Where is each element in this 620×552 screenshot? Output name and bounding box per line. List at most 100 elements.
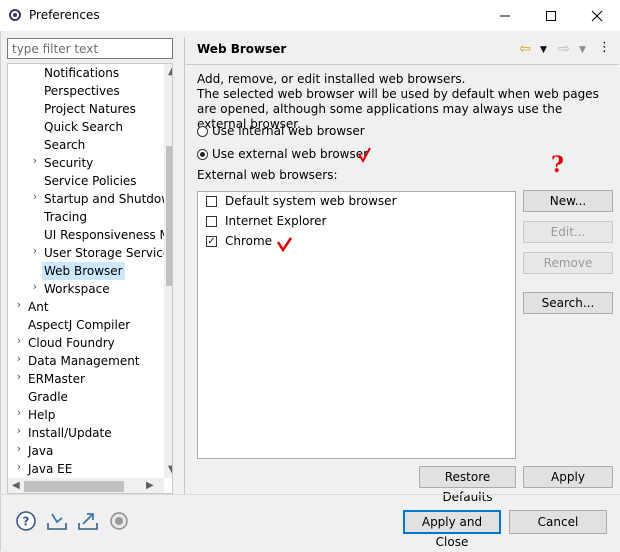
help-icon[interactable]: ? (15, 510, 37, 532)
expand-chevron-icon[interactable]: › (30, 190, 40, 208)
browser-row-internet-explorer[interactable]: Internet Explorer (206, 212, 326, 230)
scroll-up-icon[interactable]: ▲ (168, 66, 172, 77)
tree-item-label: Cloud Foundry (28, 336, 115, 350)
expand-chevron-icon[interactable]: › (30, 244, 40, 262)
red-question-mark-annotation: ? (551, 152, 564, 178)
tree-item[interactable]: AspectJ Compiler (26, 316, 132, 334)
browser-checkbox-internet-explorer[interactable] (206, 215, 217, 227)
browser-label: Default system web browser (225, 194, 397, 208)
remove-button[interactable]: Remove (523, 252, 613, 274)
scroll-down-icon[interactable]: ▼ (168, 464, 172, 475)
expand-chevron-icon[interactable]: › (14, 370, 24, 388)
tree-item-label: Project Natures (44, 102, 136, 116)
edit-button[interactable]: Edit... (523, 221, 613, 243)
expand-chevron-icon[interactable]: › (14, 424, 24, 442)
tree-horizontal-scrollbar[interactable]: ◀ ▶ (8, 478, 164, 493)
tree-item[interactable]: UI Responsiveness Monitoring (42, 226, 172, 244)
tree-item[interactable]: Search (42, 136, 87, 154)
external-browsers-list[interactable]: Default system web browser Internet Expl… (197, 191, 516, 459)
maximize-button[interactable] (528, 0, 574, 31)
new-button[interactable]: New... (523, 190, 613, 212)
forward-arrow-icon[interactable]: ⇨ (558, 41, 570, 57)
apply-and-close-button[interactable]: Apply and Close (403, 510, 501, 549)
import-icon[interactable] (46, 510, 68, 532)
tree-item[interactable]: Java (26, 442, 55, 460)
tree-item-label: Security (44, 156, 94, 170)
expand-chevron-icon[interactable]: › (14, 460, 24, 478)
minimize-icon (500, 15, 510, 16)
tree-item-label: Data Management (28, 354, 140, 368)
back-arrow-icon[interactable]: ⇦ (519, 41, 531, 57)
expand-chevron-icon[interactable]: › (14, 442, 24, 460)
scroll-right-icon[interactable]: ▶ (146, 480, 154, 491)
preferences-tree[interactable]: Notifications Perspectives Project Natures… (7, 63, 173, 494)
tree-item[interactable]: Quick Search (42, 118, 125, 136)
external-browsers-label: External web browsers: (197, 168, 338, 182)
panel-divider[interactable] (184, 37, 185, 495)
radio-external-indicator[interactable] (197, 148, 208, 160)
tree-item[interactable]: User Storage Service (42, 244, 172, 262)
tree-vertical-scroll-thumb[interactable] (166, 146, 172, 286)
browser-checkbox-default-system[interactable] (206, 195, 217, 207)
tree-item-label: UI Responsiveness Monitoring (44, 228, 172, 242)
tree-item[interactable]: Cloud Foundry (26, 334, 117, 352)
apply-button[interactable]: Apply (523, 466, 613, 488)
forward-dropdown-icon[interactable]: ▼ (579, 45, 586, 55)
close-button[interactable] (574, 0, 620, 31)
tree-item[interactable]: Tracing (42, 208, 89, 226)
radio-internal-indicator[interactable] (197, 125, 208, 137)
tree-item[interactable]: Service Policies (42, 172, 139, 190)
browser-row-default-system[interactable]: Default system web browser (206, 192, 397, 210)
filter-input[interactable] (7, 38, 173, 59)
tree-item-label: Search (44, 138, 86, 152)
tree-item[interactable]: Workspace (42, 280, 112, 298)
tree-horizontal-scroll-thumb[interactable] (24, 481, 124, 492)
tree-item[interactable]: Gradle (26, 388, 70, 406)
tree-item[interactable]: Ant (26, 298, 51, 316)
record-icon[interactable] (108, 510, 130, 532)
tree-item[interactable]: Security (42, 154, 95, 172)
tree-item[interactable]: Data Management (26, 352, 142, 370)
scroll-left-icon[interactable]: ◀ (12, 480, 20, 491)
browser-row-chrome[interactable]: ✓ Chrome (206, 232, 272, 250)
use-external-browser-radio[interactable]: Use external web browser (197, 145, 368, 163)
expand-chevron-icon[interactable]: › (14, 352, 24, 370)
tree-item[interactable]: Project Natures (42, 100, 138, 118)
tree-item-label: Java (28, 444, 54, 458)
expand-chevron-icon[interactable]: › (14, 406, 24, 424)
tree-item[interactable]: ERMaster (26, 370, 87, 388)
expand-chevron-icon[interactable]: › (30, 280, 40, 298)
tree-item-label: AspectJ Compiler (28, 318, 131, 332)
cancel-button[interactable]: Cancel (509, 510, 607, 534)
tree-item[interactable]: Perspectives (42, 82, 122, 100)
tree-item[interactable]: Notifications (42, 64, 121, 82)
tree-item[interactable]: Web Browser (42, 262, 125, 280)
back-dropdown-icon[interactable]: ▼ (540, 45, 547, 55)
title-bar: Preferences (0, 0, 620, 31)
browser-checkbox-chrome[interactable]: ✓ (206, 235, 217, 247)
tree-item[interactable]: Java EE (26, 460, 74, 478)
restore-defaults-button[interactable]: Restore Defaults (419, 466, 516, 504)
tree-item[interactable]: Install/Update (26, 424, 114, 442)
expand-chevron-icon[interactable]: › (14, 334, 24, 352)
use-internal-browser-radio[interactable]: Use internal web browser (197, 122, 365, 140)
maximize-icon (546, 10, 556, 21)
browser-label: Chrome (225, 234, 273, 248)
tree-item[interactable]: Startup and Shutdown (42, 190, 172, 208)
view-menu-icon[interactable]: ⋮ (598, 40, 611, 55)
tree-item[interactable]: Help (26, 406, 57, 424)
tree-item-label: User Storage Service (44, 246, 171, 260)
tree-item-label: Notifications (44, 66, 120, 80)
search-button[interactable]: Search... (523, 292, 613, 314)
preferences-app-icon (9, 9, 21, 21)
expand-chevron-icon[interactable]: › (14, 298, 24, 316)
export-icon[interactable] (77, 510, 99, 532)
expand-chevron-icon[interactable]: › (30, 154, 40, 172)
close-icon (591, 10, 603, 21)
tree-item-label: Ant (28, 300, 49, 314)
tree-item-label: Web Browser (44, 264, 123, 278)
red-checkmark-annotation (358, 147, 371, 164)
tree-item-label: Help (28, 408, 56, 422)
tree-vertical-scrollbar[interactable]: ▲ ▼ (164, 64, 172, 478)
minimize-button[interactable] (482, 0, 528, 31)
